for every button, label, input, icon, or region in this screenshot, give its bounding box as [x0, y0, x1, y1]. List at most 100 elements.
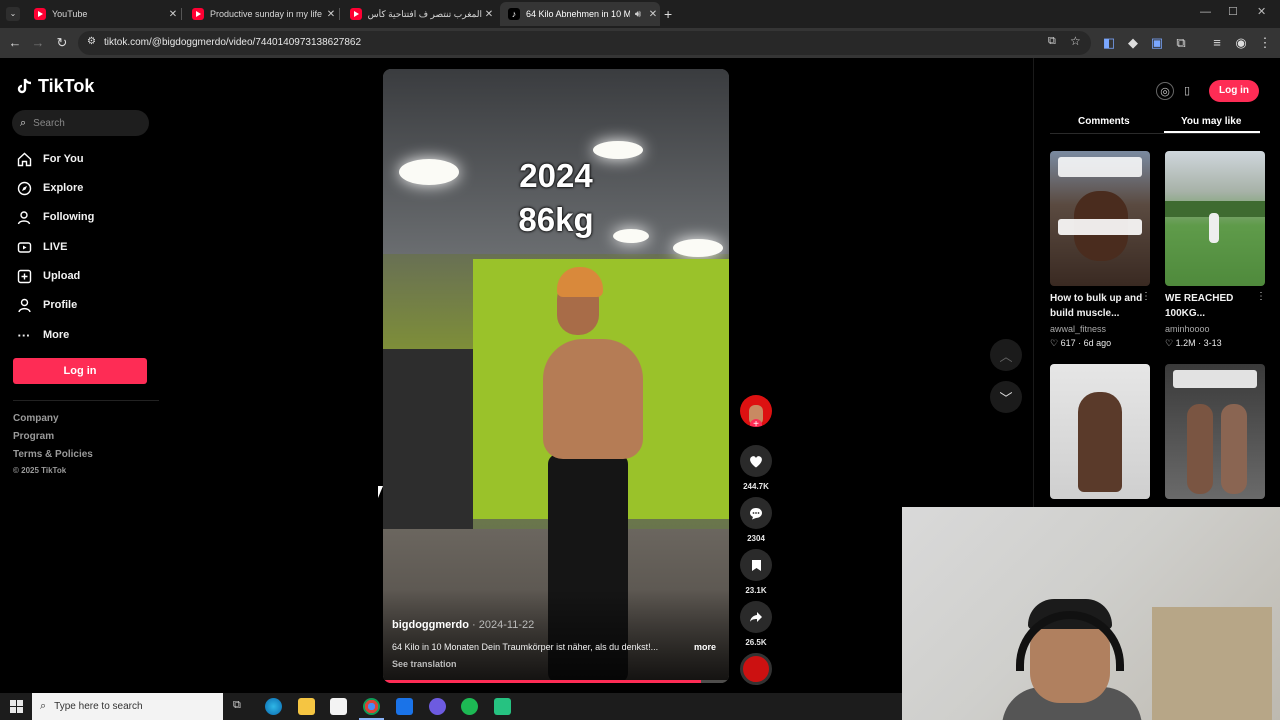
footer-terms-link[interactable]: Terms & Policies: [13, 449, 93, 460]
reload-icon[interactable]: ↻: [53, 34, 71, 52]
login-button[interactable]: Log in: [13, 358, 147, 384]
nav-explore[interactable]: Explore: [16, 180, 83, 196]
close-icon[interactable]: ✕: [482, 9, 496, 20]
task-view-icon[interactable]: ⧉: [233, 699, 241, 712]
thumbnail-person: [1078, 392, 1122, 492]
video-progress-bar[interactable]: [383, 680, 729, 683]
close-icon[interactable]: ✕: [646, 9, 660, 20]
search-input[interactable]: ⌕ Search: [12, 110, 149, 136]
comment-icon[interactable]: [740, 497, 772, 529]
recommended-video-thumbnail[interactable]: [1050, 151, 1150, 286]
mail-app-icon[interactable]: [396, 698, 413, 715]
edge-browser-icon[interactable]: [265, 698, 282, 715]
divider: [13, 400, 159, 401]
like-action[interactable]: 244.7K: [740, 445, 772, 491]
close-icon[interactable]: ✕: [324, 9, 338, 20]
upload-icon: [16, 268, 32, 284]
minimize-button[interactable]: —: [1200, 6, 1211, 18]
footer-company-link[interactable]: Company: [13, 413, 59, 424]
nav-upload[interactable]: Upload: [16, 268, 80, 284]
left-sidebar: TikTok ⌕ Search For You Explore Followin…: [0, 58, 170, 693]
extension-blue-icon[interactable]: ▣: [1148, 34, 1166, 52]
compass-icon[interactable]: ◎: [1156, 82, 1174, 100]
previous-video-button[interactable]: ︿: [990, 339, 1022, 371]
comment-action[interactable]: 2304: [740, 497, 772, 543]
heart-icon[interactable]: [740, 445, 772, 477]
music-disc-icon[interactable]: [740, 653, 772, 685]
back-icon[interactable]: ←: [6, 34, 24, 52]
menu-kebab-icon[interactable]: ⋮: [1256, 34, 1274, 52]
nav-profile[interactable]: Profile: [16, 297, 77, 313]
nav-following[interactable]: Following: [16, 209, 94, 225]
tab-youtube[interactable]: YouTube ✕: [26, 2, 180, 26]
tabs-divider: [1050, 133, 1260, 134]
stat-separator: ·: [1078, 338, 1082, 348]
tab-comments[interactable]: Comments: [1078, 116, 1130, 127]
nav-for-you[interactable]: For You: [16, 151, 84, 167]
nav-label: For You: [43, 153, 84, 165]
forward-icon[interactable]: →: [29, 34, 47, 52]
app-green-icon[interactable]: [494, 698, 511, 715]
address-bar[interactable]: ⚙ tiktok.com/@bigdoggmerdo/video/7440140…: [78, 31, 1091, 55]
creator-avatar-button[interactable]: +: [740, 395, 772, 427]
extensions-puzzle-icon[interactable]: ⧉: [1172, 34, 1190, 52]
install-icon[interactable]: ⧉: [1048, 35, 1056, 48]
microsoft-store-icon[interactable]: [330, 698, 347, 715]
footer-program-link[interactable]: Program: [13, 431, 54, 442]
bookmark-icon[interactable]: [740, 549, 772, 581]
tab-productive-sunday[interactable]: Productive sunday in my life liv ✕: [184, 2, 338, 26]
video-player[interactable]: 2024 86kg bigdoggmerdo · 2024-11-22 64 K…: [383, 69, 729, 683]
media-control-icon[interactable]: ≡: [1208, 34, 1226, 52]
thumbnail-caption-box: [1058, 157, 1142, 177]
more-options-icon[interactable]: ⋮: [1141, 291, 1151, 302]
site-info-icon[interactable]: ⚙: [87, 36, 96, 47]
share-count: 26.5K: [745, 638, 767, 647]
tab-search-icon[interactable]: ⌄: [6, 7, 20, 21]
translate-icon[interactable]: ◧: [1100, 34, 1118, 52]
recommended-video-thumbnail[interactable]: [1050, 364, 1150, 499]
save-action[interactable]: 23.1K: [740, 549, 772, 595]
nav-live[interactable]: LIVE: [16, 239, 67, 255]
close-icon[interactable]: ✕: [166, 9, 180, 20]
more-options-icon[interactable]: ⋮: [1256, 291, 1266, 302]
new-tab-button[interactable]: +: [664, 6, 672, 22]
recommended-video-thumbnail[interactable]: [1165, 364, 1265, 499]
see-translation-link[interactable]: See translation: [392, 659, 457, 669]
video-author[interactable]: bigdoggmerdo · 2024-11-22: [392, 619, 534, 631]
recommended-video-title[interactable]: WE REACHED 100KG...: [1165, 291, 1265, 321]
recommended-video-user[interactable]: aminhoooo: [1165, 324, 1210, 334]
file-explorer-icon[interactable]: [298, 698, 315, 715]
speaker-icon[interactable]: 🔊︎: [630, 9, 646, 20]
thumbnail-person: [1221, 404, 1247, 494]
tab-tiktok-active[interactable]: ♪ 64 Kilo Abnehmen in 10 Mo 🔊︎ ✕: [500, 2, 660, 26]
recommended-video-stats: ♡ 617 · 6d ago: [1050, 338, 1111, 349]
share-arrow-icon[interactable]: [740, 601, 772, 633]
follow-plus-icon[interactable]: +: [750, 419, 762, 427]
nav-more[interactable]: ··· More: [16, 327, 70, 343]
recommended-video-thumbnail[interactable]: [1165, 151, 1265, 286]
recommended-video-user[interactable]: awwal_fitness: [1050, 324, 1106, 334]
author-name[interactable]: bigdoggmerdo: [392, 619, 469, 631]
mobile-icon[interactable]: ▯: [1178, 82, 1196, 100]
windows-start-icon[interactable]: [10, 700, 23, 713]
tab-you-may-like[interactable]: You may like: [1181, 116, 1241, 127]
close-window-button[interactable]: ✕: [1257, 5, 1266, 18]
spotify-icon[interactable]: [461, 698, 478, 715]
tab-morocco[interactable]: المغرب تنتصر ف افتتاحية كأس الأ ✕: [342, 2, 496, 26]
profile-avatar-icon[interactable]: ◉: [1232, 34, 1250, 52]
bookmark-star-icon[interactable]: ☆: [1070, 34, 1081, 48]
extension-diamond-icon[interactable]: ◆: [1124, 34, 1142, 52]
tiktok-logo[interactable]: TikTok: [16, 76, 94, 97]
share-action[interactable]: 26.5K: [740, 601, 772, 647]
description-more-link[interactable]: more: [694, 642, 716, 652]
next-video-button[interactable]: ﹀: [990, 381, 1022, 413]
search-icon: ⌕: [20, 116, 27, 129]
header-login-button[interactable]: Log in: [1209, 80, 1259, 102]
obs-icon[interactable]: [429, 698, 446, 715]
chrome-browser-icon[interactable]: [359, 698, 384, 720]
recommended-video-title[interactable]: How to bulk up and build muscle...: [1050, 291, 1150, 321]
maximize-button[interactable]: ☐: [1228, 5, 1238, 18]
save-count: 23.1K: [745, 586, 767, 595]
more-icon: ···: [17, 327, 31, 343]
taskbar-search-input[interactable]: ⌕ Type here to search: [32, 693, 223, 720]
